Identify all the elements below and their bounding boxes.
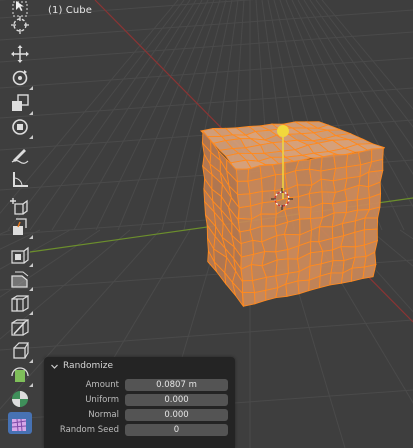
redo-panel-header[interactable]: Randomize [44, 357, 235, 375]
uniform-field[interactable]: 0.000 [125, 394, 228, 406]
tool-move[interactable] [8, 43, 32, 65]
tool-shelf [5, 0, 35, 448]
redo-panel[interactable]: Randomize Amount 0.0807 m Uniform 0.000 … [44, 357, 235, 448]
tool-bevel[interactable] [8, 268, 33, 291]
amount-label: Amount [85, 380, 119, 390]
tool-extrude-region[interactable] [8, 216, 33, 239]
tool-annotate[interactable] [8, 143, 32, 165]
cube-mesh[interactable] [199, 121, 385, 308]
knife-icon [11, 318, 29, 336]
tool-spin[interactable] [8, 364, 33, 387]
tool-rotate[interactable] [8, 67, 33, 90]
redo-panel-title: Randomize [63, 361, 114, 371]
random-seed-row: Random Seed 0 [44, 424, 235, 437]
smooth-randomize-icon [12, 391, 28, 407]
rotate-icon [12, 70, 28, 86]
measure-icon [13, 172, 28, 187]
normal-label: Normal [88, 410, 119, 420]
tool-expand-corner [29, 111, 33, 115]
tool-expand-corner [29, 287, 33, 291]
amount-row: Amount 0.0807 m [44, 379, 235, 392]
extrude-region-icon [13, 218, 27, 235]
edge-slide-icon [11, 418, 27, 432]
spin-icon [11, 367, 29, 382]
random-seed-field[interactable]: 0 [125, 424, 228, 436]
poly-build-icon [13, 342, 30, 359]
transform-icon [12, 119, 28, 135]
amount-field[interactable]: 0.0807 m [125, 379, 228, 391]
tool-scale[interactable] [8, 92, 33, 115]
tool-expand-corner [29, 383, 33, 387]
add-cube-icon [10, 198, 28, 215]
loop-cut-icon [11, 294, 29, 312]
inset-faces-icon [11, 246, 29, 264]
bevel-icon [11, 271, 29, 288]
tool-expand-corner [29, 235, 33, 239]
tool-edge-slide[interactable] [8, 412, 32, 434]
scale-icon [12, 94, 29, 111]
tool-add-cube[interactable] [8, 196, 32, 218]
tool-inset-faces[interactable] [8, 244, 33, 267]
tool-transform[interactable] [8, 116, 33, 139]
tool-measure[interactable] [8, 168, 32, 190]
tool-expand-corner [29, 311, 33, 315]
tool-expand-corner [29, 263, 33, 267]
tool-knife[interactable] [8, 316, 32, 338]
object-info-label: (1) Cube [48, 5, 92, 16]
annotate-icon [11, 149, 29, 164]
tool-cursor[interactable] [8, 14, 32, 36]
uniform-row: Uniform 0.000 [44, 394, 235, 407]
cursor-icon [11, 16, 29, 34]
random-seed-label: Random Seed [59, 425, 119, 435]
tool-smooth-randomize[interactable] [8, 388, 32, 410]
uniform-label: Uniform [85, 395, 119, 405]
normal-row: Normal 0.000 [44, 409, 235, 422]
gizmo-handle[interactable] [277, 125, 289, 137]
move-icon [11, 45, 29, 63]
tool-expand-corner [29, 86, 33, 90]
3d-viewport[interactable]: (1) Cube Randomize Amount 0.0807 m Unifo… [0, 0, 413, 448]
normal-field[interactable]: 0.000 [125, 409, 228, 421]
chevron-down-icon[interactable] [50, 362, 59, 371]
tool-poly-build[interactable] [8, 340, 33, 363]
tool-expand-corner [29, 359, 33, 363]
tool-loop-cut[interactable] [8, 292, 33, 315]
tool-expand-corner [29, 135, 33, 139]
